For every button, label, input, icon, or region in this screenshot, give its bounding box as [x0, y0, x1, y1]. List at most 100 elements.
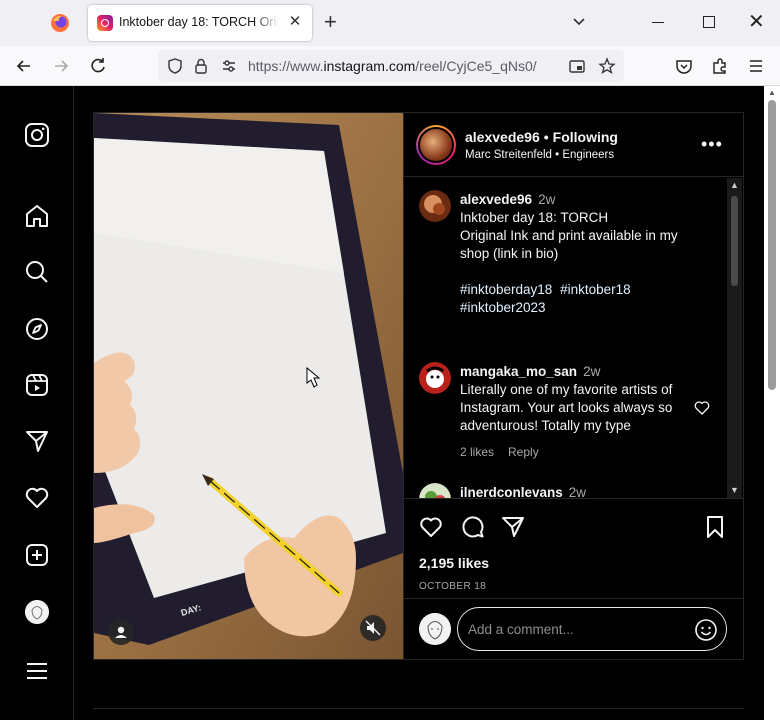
tagged-users-button[interactable]: [108, 619, 134, 645]
caption-line: shop (link in bio): [460, 246, 559, 261]
muted-speaker-icon: [365, 620, 381, 636]
comment-username[interactable]: mangaka_mo_san: [460, 364, 577, 379]
pocket-icon[interactable]: [674, 56, 694, 76]
emoji-icon[interactable]: [694, 618, 718, 642]
comment-body: ilnerdconlevans 2w: [460, 484, 722, 498]
comment-like-icon[interactable]: [694, 400, 710, 416]
comment-body: mangaka_mo_san 2w Literally one of my fav…: [460, 363, 722, 435]
comment-avatar[interactable]: [419, 483, 451, 498]
active-tab[interactable]: Inktober day 18: TORCH Original Ink and …: [88, 5, 312, 41]
post-details-panel: alexvede96 • Following Marc Streitenfeld •…: [403, 113, 744, 659]
instagram-sidebar: [0, 86, 74, 720]
forward-icon[interactable]: [51, 56, 71, 76]
browser-nav-bar: https://www.instagram.com/reel/CyjCe5_qN…: [0, 46, 780, 86]
url-host: instagram.com: [323, 58, 416, 74]
comments-scrollbar[interactable]: ▲ ▼: [727, 178, 742, 498]
lock-icon[interactable]: [192, 57, 210, 75]
comment-text: Literally one of my favorite artists of …: [460, 382, 673, 433]
url-bar[interactable]: https://www.instagram.com/reel/CyjCe5_qN…: [158, 50, 624, 82]
menu-icon[interactable]: [24, 658, 50, 684]
firefox-icon[interactable]: [50, 13, 70, 33]
post-header: alexvede96 • Following Marc Streitenfeld •…: [404, 113, 744, 177]
reply-button[interactable]: Reply: [508, 445, 539, 459]
list-tabs-chevron-icon[interactable]: [570, 13, 588, 31]
picture-in-picture-icon[interactable]: [568, 57, 586, 75]
audio-attribution[interactable]: Marc Streitenfeld • Engineers: [465, 149, 614, 161]
comment-meta: 2 likes Reply: [460, 445, 553, 459]
comment-input[interactable]: [468, 619, 678, 639]
comment-avatar-image: [419, 362, 451, 394]
page-scrollbar[interactable]: ▲: [764, 86, 780, 720]
caption: alexvede96 2w Inktober day 18: TORCH Orig…: [460, 191, 722, 317]
share-icon[interactable]: [501, 515, 525, 539]
tab-close-icon[interactable]: ✕: [286, 13, 304, 31]
reel-video[interactable]: DAY:: [94, 113, 403, 659]
messages-icon[interactable]: [24, 428, 50, 454]
current-user-avatar: [419, 613, 451, 645]
post-actions: 2,195 likes OCTOBER 18: [404, 498, 744, 598]
reload-icon[interactable]: [88, 56, 108, 76]
app-menu-icon[interactable]: [746, 56, 766, 76]
caption-username[interactable]: alexvede96: [460, 192, 532, 207]
comment-avatar-image: [419, 483, 451, 498]
close-window-icon[interactable]: ✕: [748, 12, 765, 32]
following-button[interactable]: Following: [553, 129, 618, 145]
scroll-up-arrow-icon[interactable]: ▲: [729, 180, 740, 191]
video-frame-image: DAY:: [94, 113, 403, 659]
more-options-icon[interactable]: •••: [701, 135, 723, 153]
hashtag-link[interactable]: #inktober2023: [460, 299, 546, 317]
page-scroll-up-icon[interactable]: ▲: [767, 88, 777, 98]
like-icon[interactable]: [419, 515, 443, 539]
caption-avatar[interactable]: [419, 190, 451, 222]
user-icon: [115, 626, 127, 638]
permissions-icon[interactable]: [220, 57, 238, 75]
instagram-logo-icon[interactable]: [24, 122, 50, 148]
comment-time[interactable]: 2w: [569, 485, 586, 498]
post-modal: DAY: alexvede96 • Following Marc Streite…: [93, 112, 744, 660]
home-icon[interactable]: [24, 203, 50, 229]
bookmark-star-icon[interactable]: [598, 57, 616, 75]
likes-count[interactable]: 2,195 likes: [419, 555, 489, 571]
add-comment-bar: [404, 598, 744, 659]
hashtag-link[interactable]: #inktober18: [560, 281, 631, 299]
author-avatar[interactable]: [416, 125, 456, 165]
search-icon[interactable]: [24, 259, 50, 285]
tab-title: Inktober day 18: TORCH Original Ink and …: [119, 15, 279, 29]
comment-likes[interactable]: 2 likes: [460, 445, 494, 459]
url-path: /reel/CyjCe5_qNs0/: [415, 58, 537, 74]
maximize-window-icon[interactable]: [703, 16, 715, 28]
comments-list[interactable]: alexvede96 2w Inktober day 18: TORCH Orig…: [404, 178, 744, 498]
header-separator: •: [543, 129, 549, 145]
comment-username[interactable]: ilnerdconlevans: [460, 485, 563, 498]
hashtag-link[interactable]: #inktoberday18: [460, 281, 552, 299]
profile-avatar[interactable]: [25, 600, 49, 624]
save-icon[interactable]: [703, 515, 727, 539]
url-text[interactable]: https://www.instagram.com/reel/CyjCe5_qN…: [248, 58, 537, 74]
comment-avatar[interactable]: [419, 362, 451, 394]
new-tab-icon[interactable]: +: [324, 11, 337, 33]
caption-line: Inktober day 18: TORCH: [460, 210, 609, 225]
create-icon[interactable]: [24, 542, 50, 568]
mute-button[interactable]: [360, 615, 386, 641]
caption-line: Original Ink and print available in my: [460, 228, 678, 243]
scroll-down-arrow-icon[interactable]: ▼: [729, 485, 740, 496]
reels-icon[interactable]: [24, 372, 50, 398]
tracking-shield-icon[interactable]: [166, 57, 184, 75]
comment-input-wrapper: [457, 607, 727, 651]
instagram-favicon-icon: [97, 15, 113, 31]
page-scroll-thumb[interactable]: [768, 100, 776, 390]
browser-tab-bar: Inktober day 18: TORCH Original Ink and …: [0, 0, 780, 46]
notifications-icon[interactable]: [24, 485, 50, 511]
caption-time[interactable]: 2w: [538, 192, 555, 207]
extensions-icon[interactable]: [710, 56, 730, 76]
current-user-sketch-image: [419, 613, 451, 645]
post-date[interactable]: OCTOBER 18: [419, 581, 486, 592]
scroll-thumb[interactable]: [731, 196, 738, 286]
comment-time[interactable]: 2w: [583, 364, 600, 379]
author-username[interactable]: alexvede96: [465, 129, 540, 145]
explore-icon[interactable]: [24, 316, 50, 342]
back-icon[interactable]: [14, 56, 34, 76]
url-prefix: https://www.: [248, 58, 324, 74]
comment-icon[interactable]: [461, 515, 485, 539]
minimize-window-icon[interactable]: [652, 22, 664, 23]
